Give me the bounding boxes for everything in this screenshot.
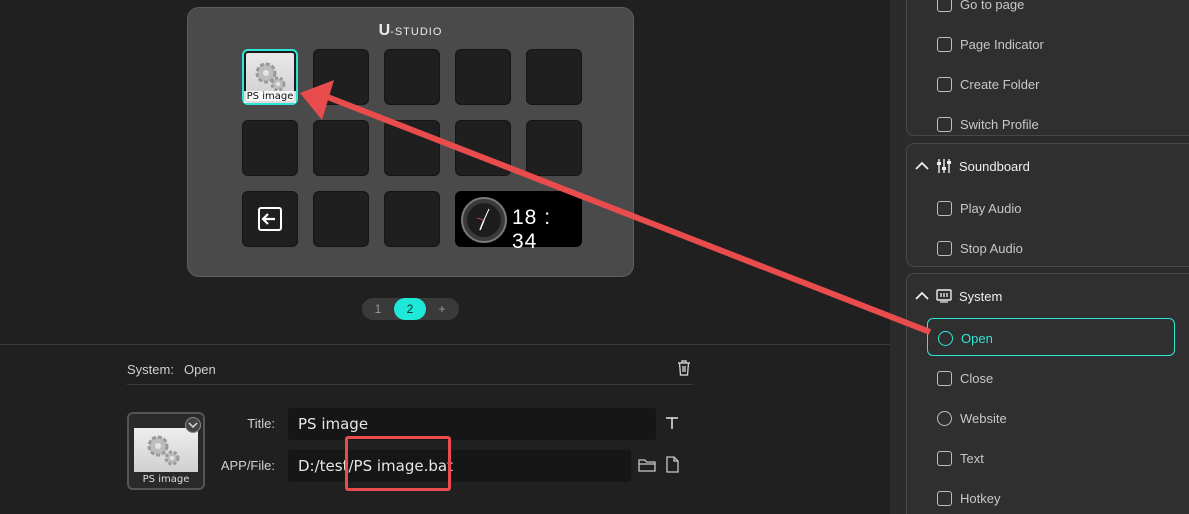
app-file-label: APP/File: (220, 458, 275, 473)
page-1-button[interactable]: 1 (362, 298, 394, 320)
key[interactable] (384, 49, 440, 105)
sidebar-item-close[interactable]: Close (927, 359, 1175, 397)
page-switcher: 1 2 + (362, 298, 459, 320)
globe-icon (937, 411, 952, 426)
pause-icon (937, 241, 952, 256)
add-page-button[interactable]: + (426, 298, 458, 320)
title-input[interactable]: PS image (288, 408, 656, 440)
sidebar-item-text[interactable]: Text (927, 439, 1175, 477)
sidebar-item-website[interactable]: Website (927, 399, 1175, 437)
text-style-icon[interactable] (664, 415, 680, 431)
key[interactable] (455, 120, 511, 176)
system-title: System (959, 289, 1003, 304)
page-icon (937, 0, 952, 12)
rocket-icon (938, 331, 953, 346)
clock-time: 18 : 34 (512, 206, 552, 253)
back-icon (258, 207, 282, 231)
action-category: System: (127, 362, 174, 377)
key[interactable] (526, 120, 582, 176)
sliders-icon (937, 159, 951, 173)
key-back[interactable] (242, 191, 298, 247)
sidebar-item-open[interactable]: Open (927, 318, 1175, 356)
keyboard-icon (937, 491, 952, 506)
gear-icon (134, 428, 198, 472)
brand-logo: U-STUDIO (378, 22, 443, 39)
sidebar-item-hotkey[interactable]: Hotkey (927, 479, 1175, 514)
clock-icon (461, 197, 507, 243)
sidebar-item-stop-audio[interactable]: Stop Audio (927, 229, 1175, 267)
key[interactable] (384, 191, 440, 247)
divider (0, 344, 890, 345)
key-label: PS image (244, 91, 296, 103)
sidebar-item-play-audio[interactable]: Play Audio (927, 189, 1175, 227)
divider (127, 384, 693, 385)
sidebar-item-create-folder[interactable]: Create Folder (927, 65, 1175, 103)
icon-picker[interactable]: PS image (127, 412, 205, 490)
key[interactable] (242, 120, 298, 176)
action-breadcrumb: System: Open (127, 362, 226, 377)
main-area: U-STUDIO PS image 18: 34 1 2 + System: … (0, 0, 890, 514)
app-file-input[interactable]: D:/test/PS image.bat (288, 450, 631, 482)
close-icon (937, 371, 952, 386)
icon-label: PS image (142, 474, 190, 485)
sidebar-item-page-indicator[interactable]: Page Indicator (927, 25, 1175, 63)
chevron-up-icon (915, 291, 929, 300)
key-clock[interactable]: 18 : 34 (455, 191, 582, 253)
action-name: Open (183, 362, 216, 377)
navigation-group: Go to page Page Indicator Create Folder … (906, 0, 1189, 136)
soundboard-title: Soundboard (959, 159, 1030, 174)
key[interactable] (455, 49, 511, 105)
number-one-icon (937, 37, 952, 52)
key[interactable] (313, 191, 369, 247)
folder-plus-icon (937, 77, 952, 92)
key[interactable] (384, 120, 440, 176)
chevron-up-icon (915, 161, 929, 170)
chevron-down-icon[interactable] (185, 417, 201, 433)
monitor-icon (936, 289, 952, 303)
key[interactable] (313, 49, 369, 105)
key[interactable] (313, 120, 369, 176)
trash-icon[interactable] (676, 359, 692, 377)
page-2-button[interactable]: 2 (394, 298, 426, 320)
action-sidebar: Go to page Page Indicator Create Folder … (890, 0, 1189, 514)
soundboard-group: Soundboard Play Audio Stop Audio (906, 143, 1189, 267)
sidebar-item-switch-profile[interactable]: Switch Profile (927, 105, 1175, 143)
text-icon (937, 451, 952, 466)
play-icon (937, 201, 952, 216)
folder-icon[interactable] (638, 457, 656, 473)
key[interactable] (526, 49, 582, 105)
switch-icon (937, 117, 952, 132)
title-label: Title: (247, 416, 275, 431)
key-ps-image[interactable]: PS image (242, 49, 298, 105)
sidebar-item-go-to-page[interactable]: Go to page (927, 0, 1175, 23)
device-preview: U-STUDIO PS image 18: 34 (187, 7, 634, 277)
system-group: System Open Close Website Text Hotkey (906, 273, 1189, 514)
file-icon[interactable] (665, 456, 679, 473)
annotation-highlight (345, 436, 451, 491)
